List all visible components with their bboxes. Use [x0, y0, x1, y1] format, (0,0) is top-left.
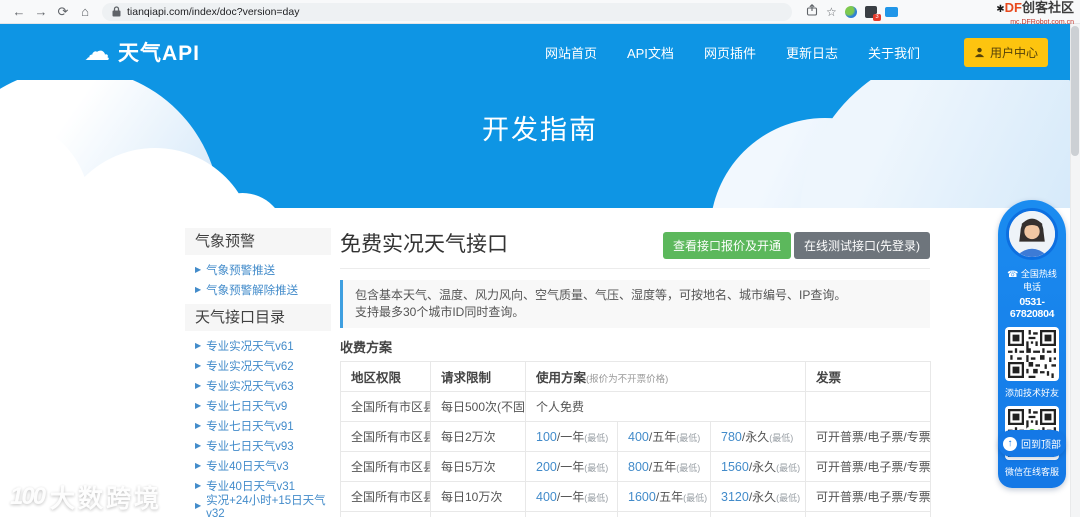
phone-icon: ☎ [1007, 269, 1019, 279]
col-limit: 请求限制 [430, 361, 526, 392]
qr2-label: 微信在线客服 [1005, 467, 1060, 477]
triangle-bullet-icon: ▶ [195, 265, 202, 274]
main-content: 免费实况天气接口 查看接口报价及开通 在线测试接口(先登录) 包含基本天气、温度… [340, 228, 932, 517]
col-usage: 使用方案(报价为不开票价格) [524, 361, 807, 392]
extension-globe-icon[interactable] [844, 5, 857, 18]
table-row: 全国所有市区县 每日2万次 100/一年(最低) 400/五年(最低) 780/… [340, 421, 932, 452]
price-cell: 1000/一年(最低) [525, 511, 618, 517]
view-pricing-button[interactable]: 查看接口报价及开通 [662, 232, 791, 259]
triangle-bullet-icon: ▶ [195, 381, 202, 390]
sidebar-item-alert-cancel-push[interactable]: ▶ 气象预警解除推送 [195, 280, 331, 300]
extension-mail-icon[interactable] [884, 6, 898, 17]
qr1-label: 添加技术好友 [1005, 388, 1060, 398]
hero-banner: 开发指南 [0, 80, 1080, 208]
online-test-button[interactable]: 在线测试接口(先登录) [794, 232, 930, 259]
sidebar-item-live-24h-15day-v32[interactable]: ▶ 实况+24小时+15日天气v32 [195, 495, 331, 517]
sidebar-item-40day-v3[interactable]: ▶ 专业40日天气v3 [195, 456, 331, 476]
back-to-top-button[interactable]: ↑ 回到顶部 [998, 430, 1066, 457]
price-cell: 4000/五年(最低) [617, 511, 711, 517]
sidebar-item-live-v61[interactable]: ▶ 专业实况天气v61 [195, 336, 331, 356]
back-icon[interactable]: ← [8, 1, 30, 23]
table-row: 全国所有市区县 每日5万次 200/一年(最低) 800/五年(最低) 1560… [340, 451, 932, 482]
user-icon [974, 47, 985, 57]
url-text: tianqiapi.com/index/doc?version=day [127, 5, 300, 18]
scrollbar-thumb[interactable] [1071, 26, 1079, 156]
nav-home[interactable]: 网站首页 [545, 43, 597, 62]
extension-badge-icon[interactable]: 3 [864, 5, 881, 21]
forward-icon[interactable]: → [30, 1, 52, 23]
up-arrow-icon: ↑ [1003, 436, 1017, 451]
lock-icon [112, 6, 121, 17]
reload-icon[interactable]: ⟳ [52, 1, 74, 23]
col-region: 地区权限 [340, 361, 431, 392]
triangle-bullet-icon: ▶ [195, 421, 202, 430]
col-invoice: 发票 [805, 361, 932, 392]
table-row: 全国所有市区县 每日10万次 400/一年(最低) 1600/五年(最低) 31… [340, 481, 932, 512]
bookmark-star-icon[interactable]: ☆ [826, 5, 837, 19]
hotline-number: 0531-67820804 [1009, 296, 1055, 320]
triangle-bullet-icon: ▶ [195, 461, 202, 470]
sidebar-section-api-directory: 天气接口目录 [185, 304, 331, 331]
triangle-bullet-icon: ▶ [195, 441, 202, 450]
sidebar-item-live-v62[interactable]: ▶ 专业实况天气v62 [195, 356, 331, 376]
price-cell: 800/五年(最低) [617, 451, 711, 482]
price-cell: 400/一年(最低) [525, 481, 618, 512]
price-cell: 400/五年(最低) [617, 421, 711, 452]
price-cell: 1560/永久(最低) [709, 451, 807, 482]
user-center-button[interactable]: 用户中心 [963, 37, 1048, 67]
scrollbar-track[interactable] [1070, 24, 1080, 517]
browser-chrome: ← → ⟳ ⌂ tianqiapi.com/index/doc?version=… [0, 0, 1080, 24]
address-bar[interactable]: tianqiapi.com/index/doc?version=day [102, 2, 792, 21]
triangle-bullet-icon: ▶ [195, 481, 202, 490]
site-logo[interactable]: ☁ 天气API [84, 37, 200, 67]
description-line: 支持最多30个城市ID同时查询。 [355, 305, 525, 319]
sidebar-item-alert-push[interactable]: ▶ 气象预警推送 [195, 260, 331, 280]
customer-service-avatar [1006, 208, 1058, 260]
nav-api-docs[interactable]: API文档 [627, 43, 674, 62]
pricing-plan-heading: 收费方案 [340, 340, 393, 355]
sidebar-item-7day-v91[interactable]: ▶ 专业七日天气v91 [195, 416, 331, 436]
triangle-bullet-icon: ▶ [195, 361, 202, 370]
description-line: 包含基本天气、温度、风力风向、空气质量、气压、湿度等，可按地名、城市编号、IP查… [355, 288, 847, 302]
qr-code-tech-support [1005, 327, 1059, 381]
price-cell: 780/永久(最低) [709, 421, 807, 452]
api-description-box: 包含基本天气、温度、风力风向、空气质量、气压、湿度等，可按地名、城市编号、IP查… [340, 280, 930, 328]
triangle-bullet-icon: ▶ [195, 285, 202, 294]
cloud-logo-icon: ☁ [84, 36, 110, 66]
sidebar-item-live-v63[interactable]: ▶ 专业实况天气v63 [195, 376, 331, 396]
table-row: 全国所有市区县 每日20万次 1000/一年(最低) 4000/五年(最低) 7… [340, 511, 932, 517]
cloud-shape [800, 80, 1080, 208]
logo-text: 天气API [118, 42, 201, 65]
sidebar-section-weather-alert: 气象预警 [185, 228, 331, 255]
top-navigation: 网站首页 API文档 网页插件 更新日志 关于我们 用户中心 [545, 37, 1048, 67]
nav-changelog[interactable]: 更新日志 [786, 43, 838, 62]
triangle-bullet-icon: ▶ [195, 341, 202, 350]
triangle-bullet-icon: ▶ [195, 401, 202, 410]
nav-web-plugin[interactable]: 网页插件 [704, 43, 756, 62]
table-row-free: 全国所有市区县 每日500次(不固定) 个人免费 [340, 391, 932, 422]
home-icon[interactable]: ⌂ [74, 1, 96, 23]
price-cell: 1600/五年(最低) [617, 481, 711, 512]
site-header: ☁ 天气API 网站首页 API文档 网页插件 更新日志 关于我们 用户中心 [0, 24, 1080, 80]
table-header-row: 地区权限 请求限制 使用方案(报价为不开票价格) 发票 [340, 361, 932, 392]
price-cell: 200/一年(最低) [525, 451, 618, 482]
pricing-table: 地区权限 请求限制 使用方案(报价为不开票价格) 发票 全国所有市区县 每日50… [340, 361, 932, 517]
price-cell: 7800/永久(最低) [709, 511, 807, 517]
nav-about[interactable]: 关于我们 [868, 43, 920, 62]
triangle-bullet-icon: ▶ [195, 501, 202, 510]
price-cell: 3120/永久(最低) [709, 481, 807, 512]
sidebar-item-7day-v93[interactable]: ▶ 专业七日天气v93 [195, 436, 331, 456]
hotline-label: ☎ 全国热线电话 [1007, 269, 1057, 292]
sidebar-menu: 气象预警 ▶ 气象预警推送 ▶ 气象预警解除推送 天气接口目录 ▶ 专业实况天气v61… [185, 228, 331, 517]
sidebar-item-7day-v9[interactable]: ▶ 专业七日天气v9 [195, 396, 331, 416]
share-icon[interactable] [806, 3, 818, 21]
price-cell: 100/一年(最低) [525, 421, 618, 452]
divider [340, 268, 930, 269]
